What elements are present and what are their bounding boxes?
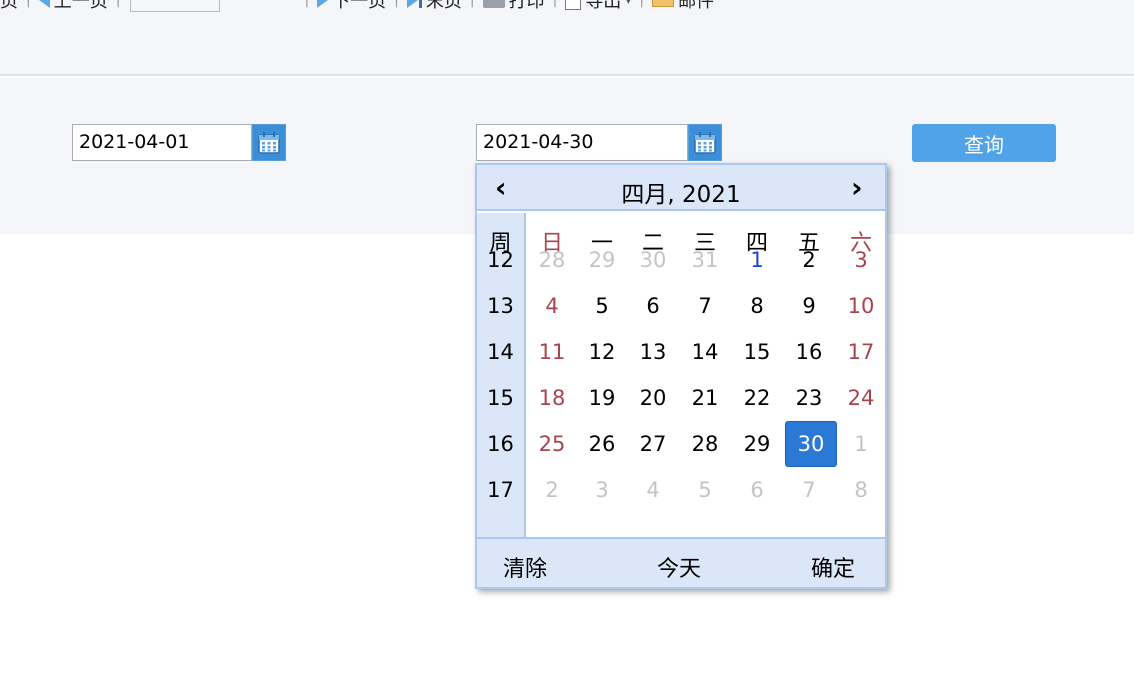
calendar-day[interactable]: 16: [784, 330, 834, 374]
print-label: 打印: [508, 0, 545, 12]
prev-page-button[interactable]: 上一页: [38, 0, 108, 13]
calendar-day[interactable]: 1: [732, 238, 782, 282]
clear-button[interactable]: 清除: [503, 551, 547, 583]
week-number: 12: [487, 248, 514, 272]
calendar-day[interactable]: 5: [680, 468, 730, 512]
mail-icon: [652, 0, 675, 7]
calendar-day[interactable]: 30: [628, 238, 678, 282]
end-date-field: 2021-04-30: [476, 124, 722, 161]
calendar-day[interactable]: 8: [836, 468, 886, 512]
last-page-label: 末页: [425, 0, 462, 12]
calendar-day[interactable]: 27: [628, 422, 678, 466]
calendar-day[interactable]: 4: [527, 284, 577, 328]
end-date-input[interactable]: 2021-04-30: [476, 124, 688, 161]
last-page-icon: [406, 0, 422, 8]
date-picker-popup: ‹ 四月, 2021 › 周 清除 今天 确定 日一二三四五六 12 28 29 30 3…: [475, 163, 887, 589]
page-number-input[interactable]: [130, 0, 221, 12]
calendar-day[interactable]: 24: [836, 376, 886, 420]
calendar-day[interactable]: 10: [836, 284, 886, 328]
calendar-icon: [258, 131, 280, 154]
toolbar-separator: |: [552, 0, 558, 8]
calendar-day[interactable]: 6: [628, 284, 678, 328]
next-month-button[interactable]: ›: [851, 173, 863, 203]
report-toolbar: 页 | 上一页 | | 下一页 | 末页 | 打印 | 导出 ▾ | 邮件: [0, 0, 1134, 20]
query-button[interactable]: 查询: [912, 124, 1056, 162]
print-button[interactable]: 打印: [482, 0, 545, 13]
calendar-day[interactable]: 2: [784, 238, 834, 282]
calendar-day[interactable]: 12: [577, 330, 627, 374]
calendar-day[interactable]: 17: [836, 330, 886, 374]
calendar-day[interactable]: 2: [527, 468, 577, 512]
calendar-day[interactable]: 20: [628, 376, 678, 420]
calendar-day[interactable]: 28: [680, 422, 730, 466]
week-number: 16: [487, 432, 514, 456]
toolbar-spacer: [0, 20, 1134, 76]
calendar-day[interactable]: 7: [680, 284, 730, 328]
calendar-day[interactable]: 11: [527, 330, 577, 374]
calendar-icon: [694, 131, 716, 154]
chevron-down-icon: ▾: [625, 0, 632, 7]
week-number: 14: [487, 340, 514, 364]
calendar-title: 四月, 2021: [621, 182, 741, 208]
prev-page-label: 上一页: [53, 0, 108, 12]
calendar-day[interactable]: 14: [680, 330, 730, 374]
today-button[interactable]: 今天: [657, 551, 701, 583]
export-icon: [565, 0, 582, 10]
toolbar-separator: |: [304, 0, 310, 8]
next-page-button[interactable]: 下一页: [317, 0, 386, 13]
export-label: 导出: [585, 0, 622, 12]
toolbar-separator: |: [639, 0, 645, 8]
calendar-day[interactable]: 29: [732, 422, 782, 466]
mail-label: 邮件: [678, 0, 715, 12]
calendar-day[interactable]: 9: [784, 284, 834, 328]
start-date-calendar-button[interactable]: [252, 124, 286, 161]
toolbar-separator: |: [469, 0, 475, 8]
next-arrow-icon: [317, 0, 329, 8]
toolbar-separator: |: [26, 0, 31, 8]
start-date-field: 2021-04-01: [72, 124, 286, 161]
calendar-day[interactable]: 7: [784, 468, 834, 512]
printer-icon: [482, 0, 505, 8]
week-number: 17: [487, 478, 514, 502]
calendar-day[interactable]: 3: [577, 468, 627, 512]
calendar-day[interactable]: 8: [732, 284, 782, 328]
calendar-day[interactable]: 31: [680, 238, 730, 282]
calendar-day[interactable]: 4: [628, 468, 678, 512]
calendar-day[interactable]: 15: [732, 330, 782, 374]
last-page-button[interactable]: 末页: [406, 0, 462, 13]
start-date-input[interactable]: 2021-04-01: [72, 124, 252, 161]
end-date-calendar-button[interactable]: [688, 124, 722, 161]
mail-button[interactable]: 邮件: [652, 0, 714, 13]
toolbar-separator: |: [115, 0, 121, 8]
prev-arrow-icon: [38, 0, 50, 8]
calendar-day[interactable]: 30: [785, 421, 837, 467]
next-page-label: 下一页: [332, 0, 387, 12]
calendar-day[interactable]: 25: [527, 422, 577, 466]
calendar-day[interactable]: 3: [836, 238, 886, 282]
calendar-day[interactable]: 22: [732, 376, 782, 420]
calendar-day[interactable]: 1: [836, 422, 886, 466]
calendar-day[interactable]: 18: [527, 376, 577, 420]
calendar-header: ‹ 四月, 2021 ›: [477, 165, 885, 211]
calendar-day[interactable]: 23: [784, 376, 834, 420]
first-page-label[interactable]: 页: [0, 0, 18, 13]
calendar-footer: 清除 今天 确定: [477, 537, 885, 587]
toolbar-separator: |: [394, 0, 399, 8]
week-number: 15: [487, 386, 514, 410]
calendar-day[interactable]: 19: [577, 376, 627, 420]
calendar-day[interactable]: 6: [732, 468, 782, 512]
calendar-day[interactable]: 28: [527, 238, 577, 282]
calendar-day[interactable]: 26: [577, 422, 627, 466]
calendar-day[interactable]: 5: [577, 284, 627, 328]
calendar-day[interactable]: 21: [680, 376, 730, 420]
calendar-day[interactable]: 29: [577, 238, 627, 282]
week-number: 13: [487, 294, 514, 318]
export-button[interactable]: 导出 ▾: [565, 0, 631, 13]
calendar-day[interactable]: 13: [628, 330, 678, 374]
ok-button[interactable]: 确定: [811, 551, 855, 583]
